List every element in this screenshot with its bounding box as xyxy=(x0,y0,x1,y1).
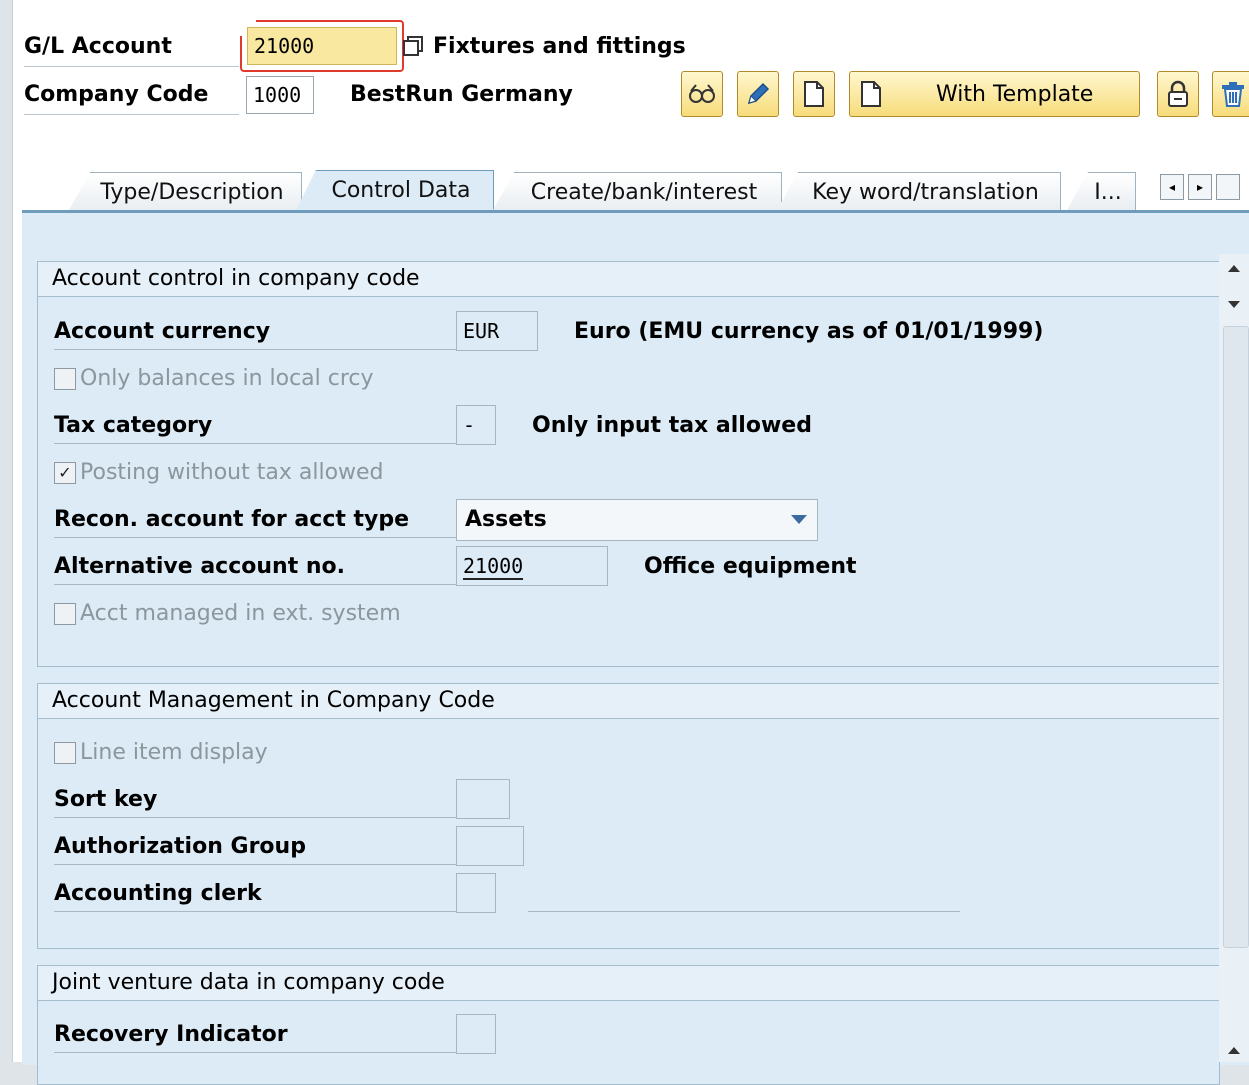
checkmark-icon: ✓ xyxy=(54,462,76,484)
tab-list-button[interactable] xyxy=(1216,174,1240,200)
tax-category-label: Tax category xyxy=(54,409,474,444)
line-item-row: Line item display xyxy=(54,736,654,772)
account-currency-description: Euro (EMU currency as of 01/01/1999) xyxy=(574,319,1044,344)
create-button[interactable] xyxy=(793,71,835,117)
account-currency-row: Account currency EUR Euro (EMU currency … xyxy=(54,311,1214,351)
tax-category-description: Only input tax allowed xyxy=(532,413,812,438)
line-item-label: Line item display xyxy=(80,740,268,765)
checkbox-box xyxy=(54,603,76,625)
gl-account-description: Fixtures and fittings xyxy=(433,34,686,59)
sort-key-row: Sort key xyxy=(54,779,1214,819)
accounting-clerk-input[interactable] xyxy=(456,873,496,913)
tax-category-row: Tax category - Only input tax allowed xyxy=(54,405,1214,445)
alt-account-input[interactable]: 21000 xyxy=(456,546,608,586)
recon-account-select[interactable]: Assets xyxy=(456,499,818,541)
ext-system-checkbox[interactable]: Acct managed in ext. system xyxy=(54,597,401,631)
chevron-down-icon xyxy=(791,515,807,524)
scroll-up-icon[interactable] xyxy=(1219,1040,1249,1060)
company-code-label: Company Code xyxy=(24,82,239,115)
auth-group-input[interactable] xyxy=(456,826,524,866)
scroll-thumb[interactable] xyxy=(1223,326,1249,948)
auth-group-row: Authorization Group xyxy=(54,826,1214,866)
tab-key-word-translation[interactable]: Key word/translation xyxy=(776,172,1061,212)
account-currency-label: Account currency xyxy=(54,315,474,350)
group-title: Joint venture data in company code xyxy=(38,966,1219,1001)
account-currency-input[interactable]: EUR xyxy=(456,311,538,351)
tab-more[interactable]: I... xyxy=(1066,172,1136,212)
copy-icon[interactable] xyxy=(402,34,426,58)
lock-button[interactable] xyxy=(1157,71,1199,117)
tab-create-bank-interest[interactable]: Create/bank/interest xyxy=(492,172,782,212)
trash-icon xyxy=(1222,82,1244,107)
posting-without-tax-row: ✓ Posting without tax allowed xyxy=(54,456,654,492)
company-code-description: BestRun Germany xyxy=(350,82,573,107)
ext-system-label: Acct managed in ext. system xyxy=(80,601,401,626)
only-balances-checkbox[interactable]: Only balances in local crcy xyxy=(54,362,374,396)
only-balances-row: Only balances in local crcy xyxy=(54,362,654,398)
sort-key-input[interactable] xyxy=(456,779,510,819)
document-icon xyxy=(804,81,824,107)
display-button[interactable] xyxy=(681,71,723,117)
recon-account-row: Recon. account for acct type Assets xyxy=(54,499,1214,541)
recon-account-label: Recon. account for acct type xyxy=(54,503,474,538)
vertical-scrollbar[interactable] xyxy=(1219,254,1249,1062)
auth-group-label: Authorization Group xyxy=(54,830,474,865)
alt-account-row: Alternative account no. 21000 Office equ… xyxy=(54,546,1214,586)
recon-account-value: Assets xyxy=(465,507,547,532)
pencil-icon xyxy=(747,82,770,105)
tab-bar: Type/Description Control Data Create/ban… xyxy=(22,168,1249,214)
document-icon xyxy=(861,81,881,107)
group-title: Account control in company code xyxy=(38,262,1219,297)
gl-account-input[interactable]: 21000 xyxy=(247,27,397,65)
scroll-down-icon[interactable] xyxy=(1219,294,1249,314)
posting-without-tax-checkbox[interactable]: ✓ Posting without tax allowed xyxy=(54,456,384,490)
accounting-clerk-label: Accounting clerk xyxy=(54,877,474,912)
sort-key-label: Sort key xyxy=(54,783,474,818)
with-template-label: With Template xyxy=(936,81,1094,107)
gl-account-label: G/L Account xyxy=(24,34,239,67)
recovery-indicator-row: Recovery Indicator xyxy=(54,1014,1214,1054)
tab-scroll-right-button[interactable]: ▸ xyxy=(1188,174,1212,200)
recovery-indicator-label: Recovery Indicator xyxy=(54,1018,474,1053)
recovery-indicator-input[interactable] xyxy=(456,1014,496,1054)
tax-category-input[interactable]: - xyxy=(456,405,496,445)
accounting-clerk-description xyxy=(528,911,960,912)
alt-account-description: Office equipment xyxy=(644,554,857,579)
scroll-up-icon[interactable] xyxy=(1219,258,1249,278)
lock-icon xyxy=(1168,80,1188,107)
tab-type-description[interactable]: Type/Description xyxy=(68,172,302,212)
account-management-group: Account Management in Company Code Line … xyxy=(37,683,1220,949)
only-balances-label: Only balances in local crcy xyxy=(80,366,374,391)
alt-account-label: Alternative account no. xyxy=(54,550,474,585)
alt-account-value: 21000 xyxy=(463,554,524,580)
tab-content: Account control in company code Account … xyxy=(22,210,1249,1085)
group-title: Account Management in Company Code xyxy=(38,684,1219,719)
checkbox-box xyxy=(54,368,76,390)
checkbox-box xyxy=(54,742,76,764)
line-item-checkbox[interactable]: Line item display xyxy=(54,736,268,770)
posting-without-tax-label: Posting without tax allowed xyxy=(80,460,384,485)
company-code-input[interactable]: 1000 xyxy=(246,76,314,114)
change-button[interactable] xyxy=(737,71,779,117)
glasses-icon xyxy=(689,84,715,103)
with-template-button[interactable]: With Template xyxy=(849,71,1140,117)
account-control-group: Account control in company code Account … xyxy=(37,261,1220,667)
joint-venture-group: Joint venture data in company code Recov… xyxy=(37,965,1220,1085)
tab-scroll-left-button[interactable]: ◂ xyxy=(1160,174,1184,200)
ext-system-row: Acct managed in ext. system xyxy=(54,597,654,633)
delete-button[interactable] xyxy=(1212,71,1249,117)
accounting-clerk-row: Accounting clerk xyxy=(54,873,1214,913)
tab-control-data[interactable]: Control Data xyxy=(294,170,494,214)
